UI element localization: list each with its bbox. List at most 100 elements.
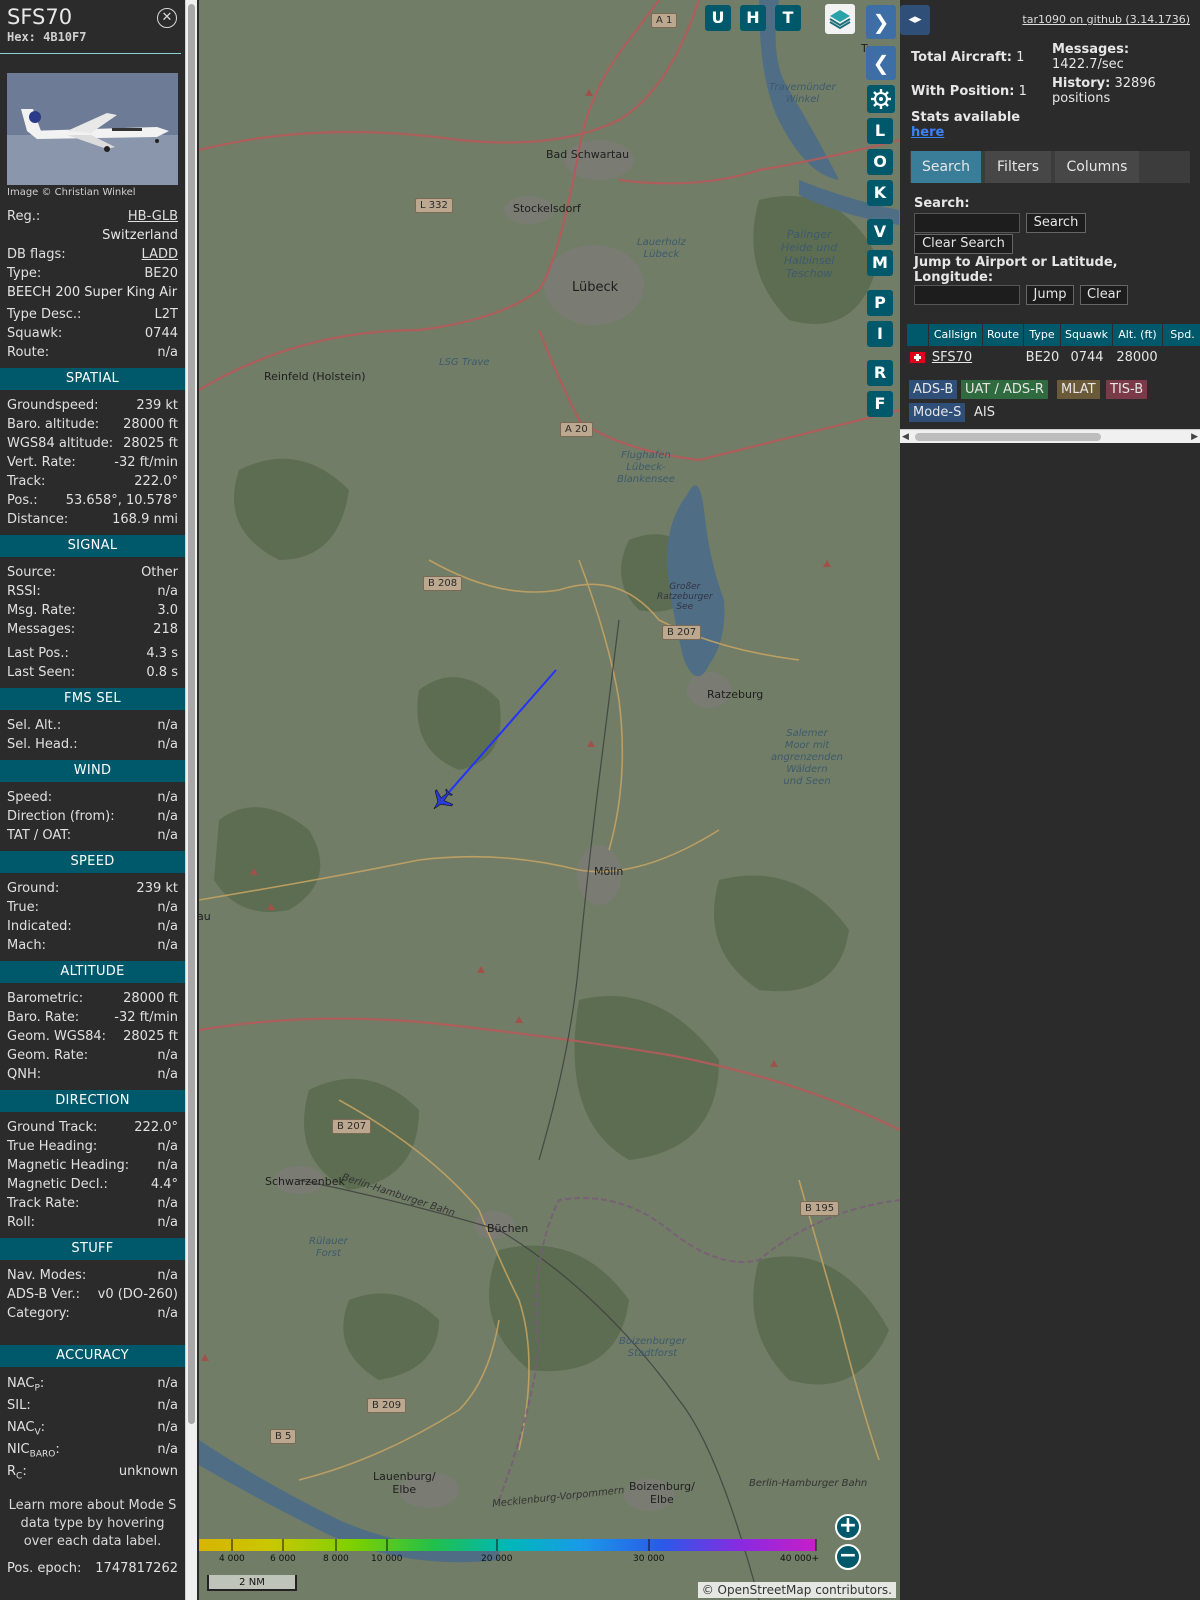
info-row-value: n/a	[157, 1196, 178, 1211]
row-type: BE20	[1025, 350, 1060, 365]
info-row-label: Track:	[7, 474, 46, 489]
jump-input[interactable]	[914, 285, 1020, 305]
info-row: Last Pos.: 4.3 s	[0, 644, 185, 663]
info-row-label: Distance:	[7, 512, 69, 527]
info-row-label: Roll:	[7, 1215, 36, 1230]
stuff-rows: Nav. Modes: n/a ADS-B Ver.: v0 (DO-260) Cate…	[0, 1266, 185, 1323]
legend-label-20000: 20 000	[481, 1554, 513, 1564]
jump-button[interactable]: Jump	[1026, 285, 1074, 305]
table-header-squawk[interactable]: Squawk	[1061, 324, 1113, 346]
zoom-out-button[interactable]: −	[835, 1544, 861, 1570]
info-row-value: 28025 ft	[123, 1029, 178, 1044]
close-icon[interactable]: ✕	[157, 8, 177, 28]
side-button-f[interactable]: F	[867, 391, 893, 417]
info-row-value: 4.3 s	[146, 646, 178, 661]
map-view[interactable]: Lübeck Bad Schwartau Stockelsdorf Reinfe…	[199, 0, 900, 1600]
table-header-altitude[interactable]: Alt. (ft)	[1113, 324, 1163, 346]
history-stat: History: 32896 positions	[1052, 76, 1156, 106]
scroll-right-icon[interactable]: ▶	[1191, 430, 1198, 444]
side-button-k[interactable]: K	[867, 180, 893, 206]
toolbar-button-u[interactable]: U	[705, 5, 731, 31]
info-row-value: 168.9 nmi	[112, 512, 178, 527]
info-row: Indicated: n/a	[0, 917, 185, 936]
info-row-value: n/a	[157, 1268, 178, 1283]
db-flags-link[interactable]: LADD	[142, 245, 178, 264]
source-uat-badge[interactable]: UAT / ADS-R	[961, 380, 1048, 399]
info-panel-scrollbar[interactable]	[185, 0, 197, 1600]
side-button-l[interactable]: L	[867, 118, 893, 144]
expand-collapse-icon[interactable]: ◂▸	[900, 5, 930, 35]
table-header-route[interactable]: Route	[983, 324, 1024, 346]
rc-row: RC: unknown	[0, 1461, 185, 1483]
tar1090-github-link[interactable]: tar1090 on github (3.14.1736)	[1022, 13, 1190, 26]
scrollbar-thumb[interactable]	[188, 4, 195, 1424]
zoom-in-button[interactable]: +	[835, 1514, 861, 1540]
place-flughafen: Flughafen Lübeck- Blankensee	[617, 450, 675, 485]
section-spatial: SPATIAL	[0, 368, 185, 390]
side-button-i[interactable]: I	[867, 321, 893, 347]
info-row-value: n/a	[157, 1048, 178, 1063]
info-row-value: 3.0	[157, 603, 178, 618]
section-altitude: ALTITUDE	[0, 961, 185, 983]
map-scale-bar: 2 NM	[207, 1575, 297, 1591]
toolbar-button-t[interactable]: T	[775, 5, 801, 31]
table-header-flag[interactable]	[907, 324, 929, 346]
clear-search-button[interactable]: Clear Search	[914, 234, 1013, 254]
search-button[interactable]: Search	[1026, 213, 1086, 233]
side-button-v[interactable]: V	[867, 219, 893, 245]
db-flags-row: DB flags: LADD	[0, 245, 185, 264]
info-row: TAT / OAT: n/a	[0, 826, 185, 845]
back-arrow-icon[interactable]: ❮	[866, 46, 896, 80]
rc-label: RC:	[7, 1464, 27, 1482]
info-row: Ground: 239 kt	[0, 879, 185, 898]
section-stuff: STUFF	[0, 1238, 185, 1260]
side-button-o[interactable]: O	[867, 149, 893, 175]
info-row-value: 28000 ft	[123, 417, 178, 432]
source-mlat-badge[interactable]: MLAT	[1057, 380, 1100, 399]
info-row: WGS84 altitude: 28025 ft	[0, 434, 185, 453]
info-row-label: Indicated:	[7, 919, 72, 934]
hscroll-thumb[interactable]	[915, 433, 1101, 441]
info-row-value: n/a	[157, 718, 178, 733]
info-row: Track Rate: n/a	[0, 1194, 185, 1213]
side-button-m[interactable]: M	[867, 250, 893, 276]
info-row-label: Baro. altitude:	[7, 417, 100, 432]
table-header-type[interactable]: Type	[1024, 324, 1061, 346]
info-row-value: n/a	[157, 790, 178, 805]
speed-rows: Ground: 239 kt True: n/a Indicated: n/a Mach: n…	[0, 879, 185, 955]
tab-search[interactable]: Search	[911, 151, 981, 183]
aircraft-marker[interactable]	[426, 784, 458, 816]
side-button-p[interactable]: P	[867, 290, 893, 316]
registration-link[interactable]: HB-GLB	[128, 207, 178, 226]
type-row: Type: BE20	[0, 264, 185, 283]
source-adsb-badge[interactable]: ADS-B	[909, 380, 958, 399]
section-speed: SPEED	[0, 851, 185, 873]
info-row-label: Geom. Rate:	[7, 1048, 89, 1063]
source-modes-badge[interactable]: Mode-S	[909, 403, 966, 422]
info-row: Category: n/a	[0, 1304, 185, 1323]
layers-icon[interactable]	[825, 4, 855, 34]
map-attribution: © OpenStreetMap contributors.	[697, 1582, 896, 1598]
stats-here-link[interactable]: here	[911, 125, 944, 140]
tab-columns[interactable]: Columns	[1055, 151, 1139, 183]
place-schwarzenbek: Schwarzenbek	[265, 1175, 345, 1188]
table-header-callsign[interactable]: Callsign	[929, 324, 983, 346]
panel-tabs: Search Filters Columns	[910, 151, 1190, 183]
attribution-osm-link[interactable]: OpenStreetMap	[718, 1583, 812, 1597]
scroll-left-icon[interactable]: ◀	[902, 430, 909, 444]
table-header-speed[interactable]: Spd.	[1163, 324, 1200, 346]
clear-jump-button[interactable]: Clear	[1080, 285, 1128, 305]
settings-gear-icon[interactable]	[867, 85, 895, 113]
aircraft-list-panel: ◂▸ tar1090 on github (3.14.1736) Total A…	[900, 0, 1200, 1600]
tab-filters[interactable]: Filters	[985, 151, 1051, 183]
forward-arrow-icon[interactable]: ❯	[866, 5, 896, 39]
toolbar-button-h[interactable]: H	[740, 5, 766, 31]
search-input[interactable]	[914, 213, 1020, 233]
source-tisb-badge[interactable]: TIS-B	[1106, 380, 1148, 399]
table-horizontal-scrollbar[interactable]: ◀ ▶	[900, 429, 1200, 443]
altitude-rows: Barometric: 28000 ft Baro. Rate: -32 ft/min…	[0, 989, 185, 1084]
row-callsign[interactable]: SFS70	[929, 348, 975, 368]
aircraft-photo[interactable]	[7, 73, 178, 185]
side-button-r[interactable]: R	[867, 360, 893, 386]
source-ais-badge[interactable]: AIS	[970, 403, 999, 422]
